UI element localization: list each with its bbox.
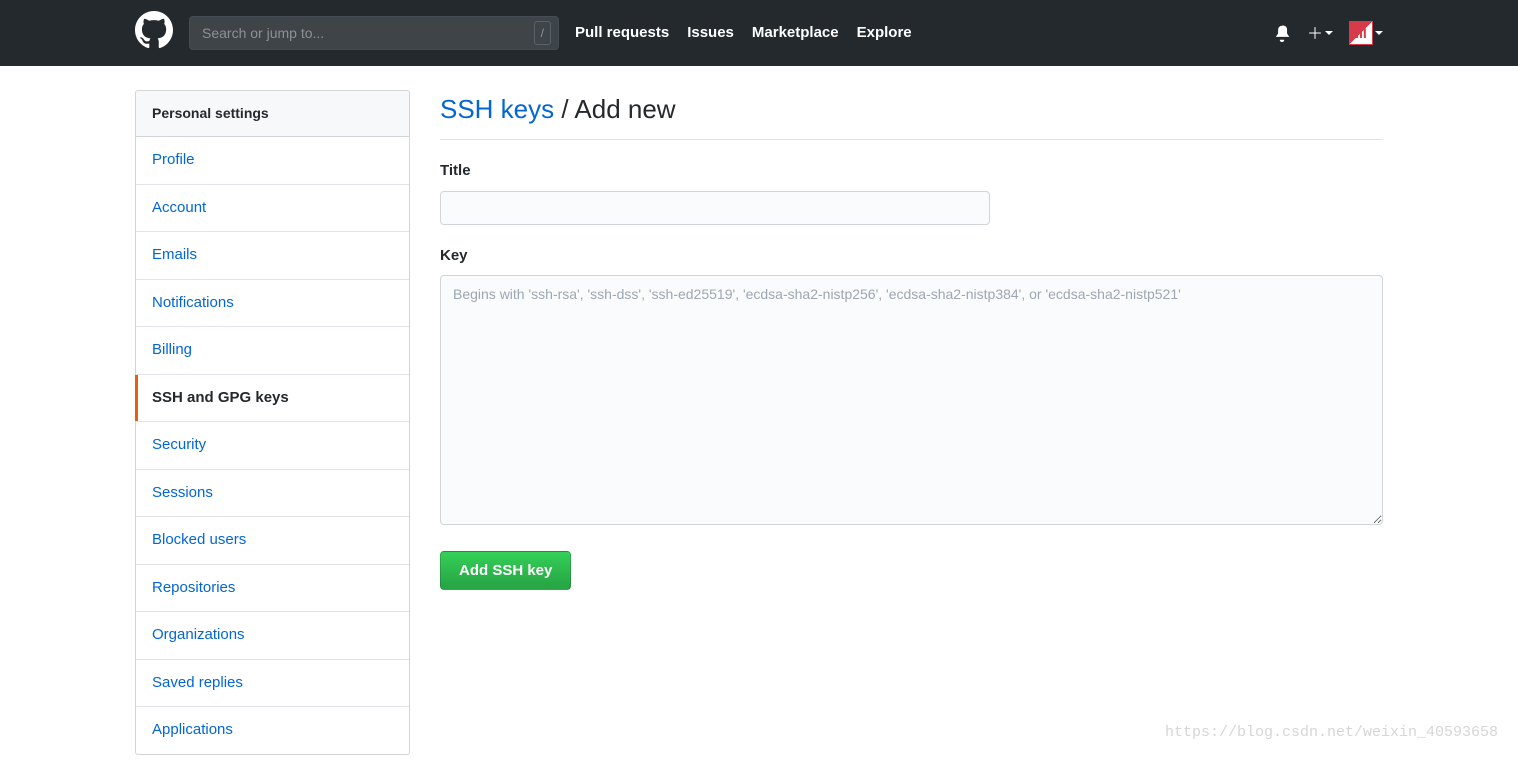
key-group: Key: [440, 245, 1383, 532]
nav-explore[interactable]: Explore: [857, 22, 912, 45]
nav-marketplace[interactable]: Marketplace: [752, 22, 839, 45]
main-content: SSH keys / Add new Title Key Add SSH key: [440, 90, 1383, 755]
sidebar-header: Personal settings: [135, 90, 410, 137]
sidebar-link[interactable]: Applications: [136, 707, 409, 754]
sidebar-item: Billing: [136, 326, 409, 374]
title-input[interactable]: [440, 191, 990, 225]
sidebar-link[interactable]: Repositories: [136, 565, 409, 612]
sidebar-link[interactable]: Notifications: [136, 280, 409, 327]
sidebar-item: Profile: [136, 137, 409, 184]
header-right: III: [1273, 21, 1383, 45]
nav-issues[interactable]: Issues: [687, 22, 734, 45]
github-mark-icon: [135, 11, 173, 49]
bell-icon: [1273, 24, 1291, 42]
sidebar-link[interactable]: Account: [136, 185, 409, 232]
sidebar-item: Applications: [136, 706, 409, 754]
sidebar-item: Account: [136, 184, 409, 232]
breadcrumb-current: Add new: [574, 94, 675, 124]
primary-nav: Pull requests Issues Marketplace Explore: [575, 22, 912, 45]
title-group: Title: [440, 160, 1383, 225]
search-input[interactable]: [189, 16, 559, 50]
page-container: Personal settings ProfileAccountEmailsNo…: [119, 66, 1399, 779]
header-inner: / Pull requests Issues Marketplace Explo…: [119, 11, 1399, 55]
key-label: Key: [440, 245, 1383, 268]
sidebar-link[interactable]: Billing: [136, 327, 409, 374]
plus-icon: [1307, 25, 1323, 41]
sidebar-link[interactable]: Blocked users: [136, 517, 409, 564]
sidebar-list: ProfileAccountEmailsNotificationsBilling…: [135, 137, 410, 755]
sidebar-item: Security: [136, 421, 409, 469]
caret-down-icon: [1375, 31, 1383, 35]
sidebar-link[interactable]: Emails: [136, 232, 409, 279]
sidebar-link[interactable]: Profile: [136, 137, 409, 184]
create-new-dropdown[interactable]: [1307, 25, 1333, 41]
github-logo[interactable]: [135, 11, 173, 55]
user-menu[interactable]: III: [1349, 21, 1383, 45]
sidebar-link[interactable]: Organizations: [136, 612, 409, 659]
avatar: III: [1349, 21, 1373, 45]
sidebar-item: SSH and GPG keys: [136, 374, 409, 422]
breadcrumb-sep: /: [554, 94, 574, 124]
search-container: /: [189, 16, 559, 50]
add-ssh-key-button[interactable]: Add SSH key: [440, 551, 571, 590]
settings-sidebar: Personal settings ProfileAccountEmailsNo…: [135, 90, 410, 755]
sidebar-link[interactable]: Security: [136, 422, 409, 469]
search-slash-hint: /: [534, 21, 551, 45]
page-title: SSH keys / Add new: [440, 90, 1383, 140]
global-header: / Pull requests Issues Marketplace Explo…: [0, 0, 1518, 66]
breadcrumb-parent[interactable]: SSH keys: [440, 94, 554, 124]
sidebar-link[interactable]: Saved replies: [136, 660, 409, 707]
nav-pull-requests[interactable]: Pull requests: [575, 22, 669, 45]
sidebar-item: Organizations: [136, 611, 409, 659]
sidebar-link[interactable]: SSH and GPG keys: [136, 375, 409, 422]
sidebar-item: Blocked users: [136, 516, 409, 564]
key-textarea[interactable]: [440, 275, 1383, 525]
sidebar-item: Saved replies: [136, 659, 409, 707]
sidebar-item: Sessions: [136, 469, 409, 517]
sidebar-item: Emails: [136, 231, 409, 279]
caret-down-icon: [1325, 31, 1333, 35]
sidebar-link[interactable]: Sessions: [136, 470, 409, 517]
title-label: Title: [440, 160, 1383, 183]
sidebar-item: Repositories: [136, 564, 409, 612]
notifications-button[interactable]: [1273, 24, 1291, 42]
sidebar-item: Notifications: [136, 279, 409, 327]
